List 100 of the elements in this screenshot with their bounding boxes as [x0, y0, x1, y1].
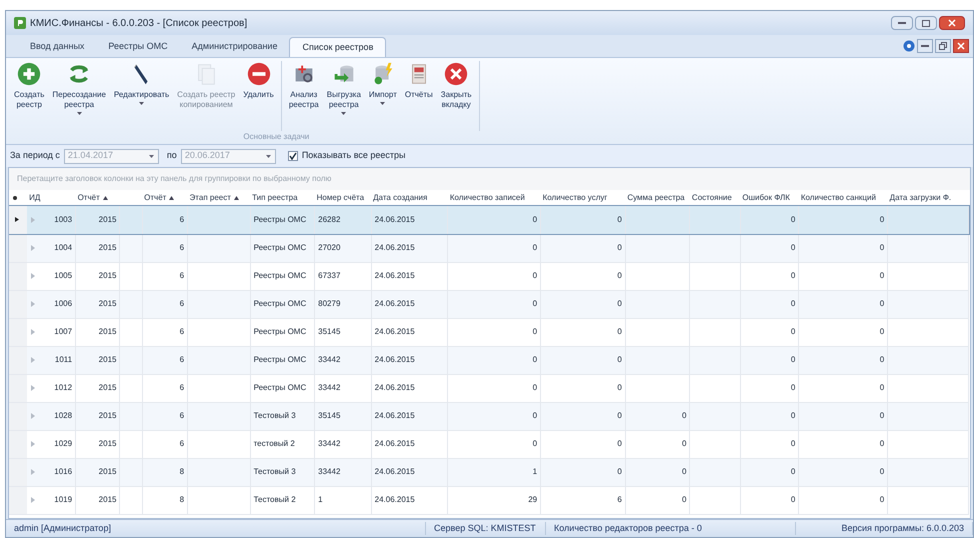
table-cell: 0: [540, 374, 626, 402]
table-cell: 6: [142, 206, 188, 234]
table-row[interactable]: 1029 2015 6 тестовый 2 33442 24.06.2015 0 0 0 0 0: [9, 430, 968, 458]
dropdown-caret-icon[interactable]: [380, 100, 386, 105]
close-icon: [957, 42, 965, 50]
table-cell: 0: [625, 402, 690, 430]
table-cell: 1005: [41, 262, 76, 290]
table-cell: 35145: [314, 318, 372, 346]
dropdown-caret-icon[interactable]: [76, 110, 82, 115]
ribbon-button[interactable]: Отчёты: [400, 61, 437, 100]
table-cell: 2015: [76, 318, 120, 346]
column-header[interactable]: Количество услуг: [540, 190, 626, 206]
column-header[interactable]: ИД: [27, 190, 76, 206]
table-cell: 0: [740, 318, 799, 346]
column-header[interactable]: Дата загрузки Ф.: [888, 190, 968, 206]
column-header[interactable]: Количество записей: [448, 190, 541, 206]
table-row[interactable]: 1004 2015 6 Реестры ОМС 27020 24.06.2015 0 0 0 0: [9, 234, 968, 262]
dropdown-caret-icon[interactable]: [139, 100, 144, 105]
table-cell: Реестры ОМС: [250, 374, 315, 402]
restore-icon: [939, 42, 947, 50]
table-row[interactable]: 1003 2015 6 Реестры ОМС 26282 24.06.2015 0 0 0 0: [9, 206, 968, 234]
column-header[interactable]: Ошибок ФЛК: [740, 190, 799, 206]
ribbon-button[interactable]: Удалить: [239, 61, 278, 100]
restore-button[interactable]: [935, 39, 951, 53]
ribbon-tab[interactable]: Список реестров: [289, 37, 386, 57]
sort-ascending-icon: [234, 196, 239, 200]
table-row[interactable]: 1011 2015 6 Реестры ОМС 33442 24.06.2015 0 0 0 0: [9, 346, 968, 374]
table-row[interactable]: 1006 2015 6 Реестры ОМС 80279 24.06.2015 0 0 0 0: [9, 290, 968, 318]
ribbon-button[interactable]: Выгрузка реестра: [322, 61, 365, 115]
minimize-button[interactable]: [891, 16, 913, 30]
table-cell: 6: [142, 430, 188, 458]
table-cell: 0: [540, 234, 626, 262]
table-cell: 0: [740, 290, 799, 318]
table-row[interactable]: 1028 2015 6 Тестовый 3 35145 24.06.2015 0 0 0 0 0: [9, 402, 968, 430]
table-cell: 8: [142, 486, 188, 514]
table-cell: 0: [448, 430, 541, 458]
column-header[interactable]: Этап реест: [188, 190, 250, 206]
table-cell: 0: [740, 374, 799, 402]
table-cell: 0: [625, 430, 690, 458]
ribbon-button[interactable]: Закрыть вкладку: [436, 61, 476, 110]
table-cell: 26282: [314, 206, 372, 234]
table-cell: 0: [540, 290, 626, 318]
table-cell: 2015: [76, 458, 120, 486]
table-row[interactable]: 1007 2015 6 Реестры ОМС 35145 24.06.2015 0 0 0 0: [9, 318, 968, 346]
table-cell: тестовый 2: [250, 430, 315, 458]
table-cell: 33442: [314, 346, 372, 374]
status-bar-text: Количество редакторов реестра - 0: [554, 522, 702, 533]
ribbon-button[interactable]: Импорт: [364, 61, 401, 105]
table-cell: 29: [448, 486, 541, 514]
column-header[interactable]: Дата создания: [371, 190, 448, 206]
table-cell: 35145: [314, 402, 372, 430]
table-cell: 0: [448, 262, 541, 290]
column-header[interactable]: Количество санкций: [798, 190, 888, 206]
table-row[interactable]: 1012 2015 6 Реестры ОМС 33442 24.06.2015 0 0 0 0: [9, 374, 968, 402]
table-cell: 2015: [76, 234, 120, 262]
table-row[interactable]: 1019 2015 8 Тестовый 2 1 24.06.2015 29 6 0 0 0: [9, 486, 968, 514]
table-cell: Реестры ОМС: [250, 262, 315, 290]
column-header[interactable]: Сумма реестра: [625, 190, 690, 206]
table-cell: 0: [540, 402, 626, 430]
checkbox[interactable]: [288, 151, 298, 161]
close-button[interactable]: [939, 16, 965, 30]
ribbon-button[interactable]: Создать реестр: [10, 61, 48, 110]
table-row[interactable]: 1005 2015 6 Реестры ОМС 67337 24.06.2015 0 0 0 0: [9, 262, 968, 290]
period-from-label: За период с: [10, 149, 60, 162]
table-cell: 0: [448, 346, 541, 374]
table-cell: 2015: [76, 402, 120, 430]
table-cell: 0: [798, 290, 888, 318]
column-header[interactable]: Отчёт: [142, 190, 188, 206]
table-cell: 2015: [76, 486, 120, 514]
table-cell: 24.06.2015: [371, 374, 448, 402]
table-cell: 1028: [41, 402, 76, 430]
ribbon-tab[interactable]: Администрирование: [180, 37, 290, 57]
table-cell: 6: [540, 486, 626, 514]
help-icon[interactable]: [903, 40, 915, 52]
table-cell: 24.06.2015: [371, 234, 448, 262]
table-cell: Реестры ОМС: [250, 290, 315, 318]
ribbon-button[interactable]: Пересоздание реестра: [48, 61, 110, 115]
column-header[interactable]: Тип реестра: [250, 190, 315, 206]
ribbon-tab[interactable]: Ввод данных: [18, 37, 96, 57]
table-cell: 6: [142, 346, 188, 374]
table-cell: 0: [798, 234, 888, 262]
ribbon-tab[interactable]: Реестры ОМС: [96, 37, 180, 57]
close-button[interactable]: [953, 39, 969, 53]
table-cell: 0: [540, 458, 626, 486]
table-cell: 24.06.2015: [371, 346, 448, 374]
table-row[interactable]: 1016 2015 8 Тестовый 3 33442 24.06.2015 1 0 0 0 0: [9, 458, 968, 486]
table-cell: 1006: [41, 290, 76, 318]
column-header[interactable]: Состояние: [690, 190, 740, 206]
ribbon-button[interactable]: Редактировать: [110, 61, 174, 105]
column-header[interactable]: Отчёт: [76, 190, 120, 206]
table-cell: Реестры ОМС: [250, 206, 315, 234]
dropdown-caret-icon[interactable]: [341, 110, 346, 115]
column-header[interactable]: Номер счёта: [314, 190, 372, 206]
ribbon-button[interactable]: Анализ реестра: [284, 61, 323, 110]
minimize-button[interactable]: [917, 39, 933, 53]
show-all-registers-label[interactable]: Показывать все реестры: [302, 149, 406, 163]
table-cell: 0: [540, 318, 626, 346]
table-cell: 24.06.2015: [371, 262, 448, 290]
table-cell: 0: [448, 290, 541, 318]
maximize-button[interactable]: [915, 16, 937, 30]
